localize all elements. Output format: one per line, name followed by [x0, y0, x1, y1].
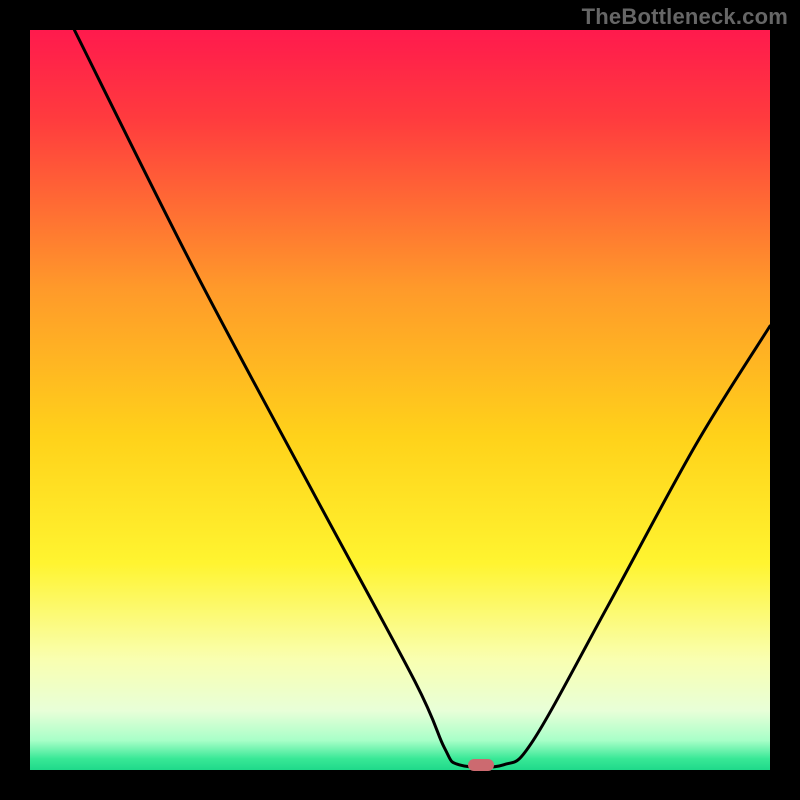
plot-area — [30, 30, 770, 770]
watermark-text: TheBottleneck.com — [582, 4, 788, 30]
optimal-marker — [468, 759, 494, 771]
chart-frame: TheBottleneck.com — [0, 0, 800, 800]
bottleneck-curve — [30, 30, 770, 770]
